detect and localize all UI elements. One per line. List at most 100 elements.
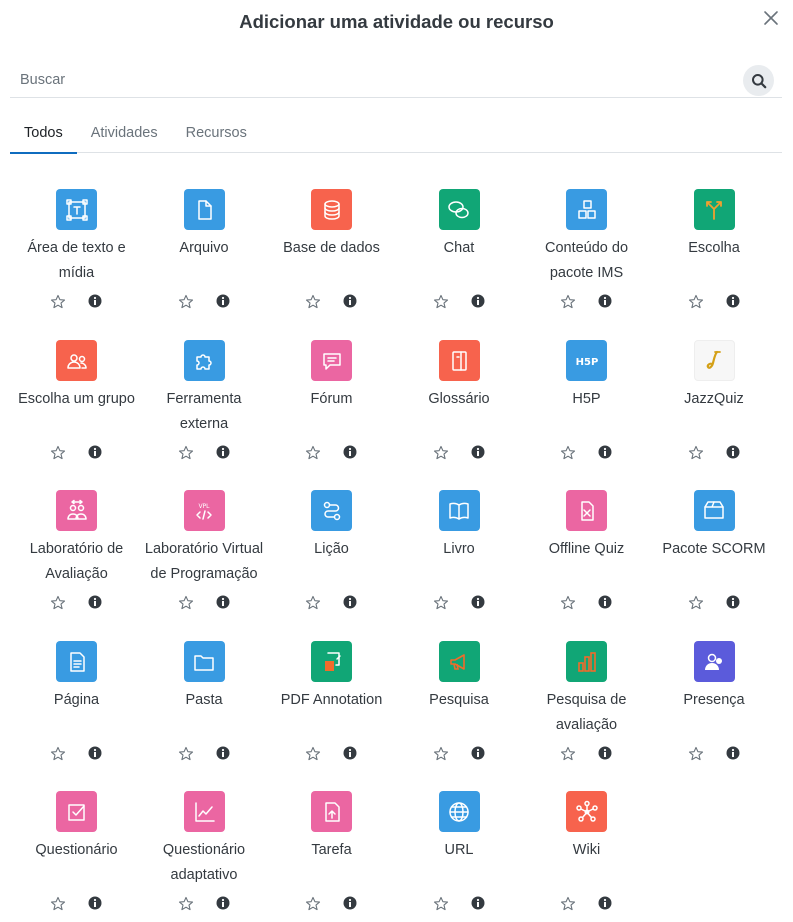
info-button[interactable]: [343, 595, 357, 609]
info-button[interactable]: [471, 445, 485, 459]
activity-item[interactable]: Offline Quiz: [523, 490, 650, 640]
text-area-tile[interactable]: [56, 189, 97, 230]
info-button[interactable]: [471, 595, 485, 609]
group-choice-tile[interactable]: [56, 340, 97, 381]
adaptive-quiz-tile[interactable]: [183, 791, 225, 832]
quiz-tile[interactable]: [56, 791, 97, 832]
activity-label[interactable]: Glossário: [396, 387, 523, 412]
search-input[interactable]: [10, 63, 730, 97]
info-button[interactable]: [88, 746, 102, 760]
workshop-tile[interactable]: [56, 490, 97, 531]
info-button[interactable]: [88, 595, 102, 609]
activity-label[interactable]: Tarefa: [268, 838, 395, 863]
activity-item[interactable]: Presença: [651, 641, 778, 791]
info-button[interactable]: [216, 595, 230, 609]
info-button[interactable]: [726, 445, 740, 459]
info-button[interactable]: [216, 746, 230, 760]
star-button[interactable]: [560, 445, 576, 461]
offline-quiz-tile[interactable]: [566, 490, 607, 531]
tab-todos[interactable]: Todos: [10, 112, 77, 154]
star-button[interactable]: [433, 896, 449, 912]
activity-item[interactable]: Laboratório de Avaliação: [13, 490, 140, 640]
star-button[interactable]: [433, 294, 449, 310]
activity-label[interactable]: Pesquisa de avaliação: [523, 688, 650, 738]
star-button[interactable]: [178, 595, 194, 611]
activity-item[interactable]: Página: [13, 641, 140, 791]
activity-item[interactable]: JazzQuiz: [651, 340, 778, 490]
star-button[interactable]: [305, 595, 321, 611]
glossary-tile[interactable]: [438, 340, 480, 381]
star-button[interactable]: [433, 445, 449, 461]
star-button[interactable]: [433, 595, 449, 611]
star-button[interactable]: [178, 896, 194, 912]
star-button[interactable]: [50, 896, 66, 912]
activity-item[interactable]: URL: [396, 791, 523, 922]
activity-item[interactable]: PDF Annotation: [268, 641, 395, 791]
activity-item[interactable]: Chat: [396, 189, 523, 339]
star-button[interactable]: [178, 445, 194, 461]
assignment-tile[interactable]: [311, 791, 352, 832]
activity-label[interactable]: Wiki: [523, 838, 650, 863]
star-button[interactable]: [50, 595, 66, 611]
activity-item[interactable]: Questionário: [13, 791, 140, 922]
activity-label[interactable]: Chat: [396, 236, 523, 261]
saxophone-tile[interactable]: [693, 340, 735, 381]
info-button[interactable]: [88, 445, 102, 459]
activity-label[interactable]: Livro: [396, 537, 523, 562]
ims-package-tile[interactable]: [566, 189, 607, 230]
activity-label[interactable]: Página: [13, 688, 140, 713]
star-button[interactable]: [50, 445, 66, 461]
activity-label[interactable]: URL: [396, 838, 523, 863]
activity-label[interactable]: Arquivo: [141, 236, 268, 261]
search-button[interactable]: [743, 65, 774, 96]
wiki-tile[interactable]: [566, 791, 607, 832]
activity-item[interactable]: Fórum: [268, 340, 395, 490]
star-button[interactable]: [433, 746, 449, 762]
info-button[interactable]: [598, 445, 612, 459]
info-button[interactable]: [88, 896, 102, 910]
star-button[interactable]: [305, 445, 321, 461]
star-button[interactable]: [178, 294, 194, 310]
activity-label[interactable]: PDF Annotation: [268, 688, 395, 713]
activity-label[interactable]: Questionário: [13, 838, 140, 863]
activity-item[interactable]: Conteúdo do pacote IMS: [523, 189, 650, 339]
info-button[interactable]: [598, 746, 612, 760]
activity-label[interactable]: Laboratório Virtual de Programação: [141, 537, 268, 587]
info-button[interactable]: [726, 595, 740, 609]
tab-recursos[interactable]: Recursos: [172, 112, 261, 153]
activity-item[interactable]: Questionário adaptativo: [141, 791, 268, 922]
activity-label[interactable]: Base de dados: [268, 236, 395, 261]
page-tile[interactable]: [56, 641, 97, 682]
folder-tile[interactable]: [183, 641, 225, 682]
info-button[interactable]: [471, 294, 485, 308]
choice-tile[interactable]: [693, 189, 735, 230]
activity-label[interactable]: Fórum: [268, 387, 395, 412]
activity-item[interactable]: Base de dados: [268, 189, 395, 339]
info-button[interactable]: [598, 595, 612, 609]
lesson-tile[interactable]: [311, 490, 352, 531]
info-button[interactable]: [471, 896, 485, 910]
activity-label[interactable]: Pesquisa: [396, 688, 523, 713]
activity-label[interactable]: Escolha: [651, 236, 778, 261]
star-button[interactable]: [688, 294, 704, 310]
info-button[interactable]: [343, 746, 357, 760]
activity-label[interactable]: Ferramenta externa: [141, 387, 268, 437]
info-button[interactable]: [343, 294, 357, 308]
activity-item[interactable]: Arquivo: [141, 189, 268, 339]
activity-item[interactable]: Escolha: [651, 189, 778, 339]
activity-label[interactable]: Pacote SCORM: [651, 537, 778, 562]
activity-label[interactable]: Presença: [651, 688, 778, 713]
pdf-annotation-tile[interactable]: [311, 641, 352, 682]
info-button[interactable]: [726, 746, 740, 760]
info-button[interactable]: [343, 445, 357, 459]
star-button[interactable]: [50, 294, 66, 310]
activity-label[interactable]: H5P: [523, 387, 650, 412]
file-tile[interactable]: [183, 189, 225, 230]
star-button[interactable]: [688, 746, 704, 762]
activity-label[interactable]: Pasta: [141, 688, 268, 713]
activity-label[interactable]: Questionário adaptativo: [141, 838, 268, 888]
star-button[interactable]: [50, 746, 66, 762]
info-button[interactable]: [216, 445, 230, 459]
activity-item[interactable]: Glossário: [396, 340, 523, 490]
vpl-tile[interactable]: VPL: [183, 490, 225, 531]
